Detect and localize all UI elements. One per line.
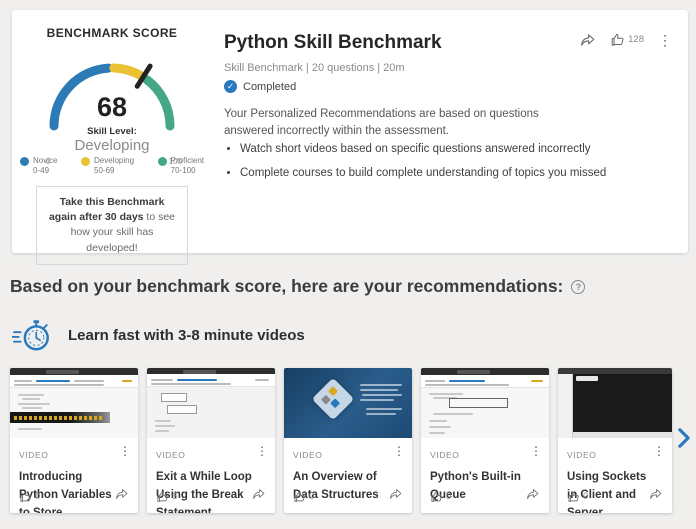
- benchmark-card: BENCHMARK SCORE 68 Skill Level: Developi…: [12, 10, 688, 265]
- video-share-button[interactable]: [389, 487, 403, 505]
- share-icon: [390, 489, 402, 499]
- gauge-score-value: 68: [96, 92, 128, 122]
- benchmark-meta: Skill Benchmark | 20 questions | 20m: [224, 62, 405, 74]
- bullet-item: Complete courses to build complete under…: [240, 167, 696, 179]
- chevron-right-icon: [678, 428, 690, 448]
- content-type-label: VIDEO: [430, 450, 460, 460]
- legend-proficient-name: Proficient: [170, 156, 204, 165]
- stopwatch-icon: [12, 320, 49, 351]
- fast-videos-heading: Learn fast with 3-8 minute videos: [68, 326, 305, 344]
- score-gauge: 68 Skill Level: Developing 0 100: [32, 44, 192, 166]
- legend-item-developing: Developing 50-69: [81, 156, 134, 177]
- video-more-options-button[interactable]: ⋮: [119, 444, 131, 458]
- recommendations-heading: Based on your benchmark score, here are …: [10, 276, 564, 296]
- content-type-label: VIDEO: [156, 450, 186, 460]
- data-structures-diagram-icon: [311, 377, 355, 421]
- gauge-legend: Novice 0-49 Developing 50-69 Proficient …: [20, 156, 204, 177]
- thumbs-up-icon: [611, 33, 624, 46]
- video-share-button[interactable]: [649, 487, 663, 505]
- completed-check-icon: ✓: [224, 80, 237, 93]
- proficient-dot: [157, 157, 167, 166]
- video-thumbnail: [421, 368, 549, 438]
- legend-novice-range: 0-49: [33, 166, 50, 176]
- thumbs-up-icon: [20, 491, 31, 502]
- video-more-options-button[interactable]: ⋮: [530, 444, 542, 458]
- content-type-label: VIDEO: [19, 450, 49, 460]
- benchmark-page: BENCHMARK SCORE 68 Skill Level: Developi…: [0, 0, 696, 529]
- like-count: 128: [628, 34, 644, 45]
- video-like-count: 6: [172, 490, 178, 502]
- recommendation-bullet-list: Watch short videos based on specific que…: [240, 143, 696, 191]
- share-icon: [253, 489, 265, 499]
- novice-dot: [20, 157, 29, 166]
- video-card[interactable]: VIDEO ⋮ Using Sockets in Client and Serv…: [558, 368, 672, 513]
- video-thumbnail: [558, 368, 672, 438]
- video-card[interactable]: VIDEO ⋮ Python's Built-in Queue 0: [421, 368, 549, 513]
- skill-level-label: Skill Level:: [87, 126, 137, 137]
- legend-item-novice: Novice 0-49: [20, 156, 57, 177]
- more-options-button[interactable]: ⋮: [658, 33, 672, 47]
- video-like-button[interactable]: 6: [156, 490, 177, 503]
- thumbs-up-icon: [157, 491, 168, 502]
- thumbs-up-icon: [568, 491, 579, 502]
- help-icon[interactable]: ?: [571, 279, 586, 294]
- benchmark-score-panel: BENCHMARK SCORE 68 Skill Level: Developi…: [12, 10, 212, 265]
- legend-proficient-range: 70-100: [170, 166, 196, 176]
- retake-tip-box: Take this Benchmark again after 30 days …: [36, 186, 188, 265]
- video-thumbnail: [284, 368, 412, 438]
- video-like-button[interactable]: 0: [19, 490, 40, 503]
- video-more-options-button[interactable]: ⋮: [653, 444, 665, 458]
- content-type-label: VIDEO: [567, 450, 597, 460]
- video-share-button[interactable]: [526, 487, 540, 505]
- video-like-button[interactable]: 0: [567, 490, 588, 503]
- share-button[interactable]: [580, 33, 596, 47]
- legend-novice-name: Novice: [33, 156, 58, 165]
- card-actions: 128 ⋮: [580, 32, 672, 47]
- video-share-button[interactable]: [252, 487, 266, 505]
- video-thumbnail: [10, 368, 138, 438]
- video-thumbnail: [147, 368, 275, 438]
- legend-developing-range: 50-69: [94, 166, 115, 176]
- thumbs-up-icon: [431, 491, 442, 502]
- like-button[interactable]: 128: [610, 32, 644, 47]
- video-like-count: 0: [446, 490, 452, 502]
- content-type-label: VIDEO: [293, 450, 323, 460]
- benchmark-score-heading: BENCHMARK SCORE: [46, 26, 178, 40]
- fast-videos-row: Learn fast with 3-8 minute videos: [12, 316, 305, 354]
- video-more-options-button[interactable]: ⋮: [256, 444, 268, 458]
- skill-level-value: Developing: [74, 137, 150, 154]
- video-like-count: 0: [583, 490, 589, 502]
- video-like-count: 0: [309, 490, 315, 502]
- share-icon: [116, 489, 128, 499]
- share-icon: [650, 489, 662, 499]
- thumbs-up-icon: [294, 491, 305, 502]
- video-card[interactable]: VIDEO ⋮ An Overview of Data Structures 0: [284, 368, 412, 513]
- legend-developing-name: Developing: [94, 156, 135, 165]
- carousel-next-button[interactable]: [676, 427, 691, 454]
- recommendations-description: Your Personalized Recommendations are ba…: [224, 108, 539, 138]
- developing-dot: [81, 157, 91, 166]
- share-icon: [527, 489, 539, 499]
- legend-item-proficient: Proficient 70-100: [157, 156, 204, 177]
- bullet-item: Watch short videos based on specific que…: [240, 143, 696, 155]
- status-badge: ✓ Completed: [224, 80, 296, 93]
- share-icon: [581, 33, 595, 46]
- status-text: Completed: [243, 80, 297, 93]
- page-title: Python Skill Benchmark: [224, 32, 442, 53]
- video-like-button[interactable]: 0: [430, 490, 451, 503]
- recommendations-header: Based on your benchmark score, here are …: [10, 276, 586, 297]
- video-like-count: 0: [35, 490, 41, 502]
- video-more-options-button[interactable]: ⋮: [393, 444, 405, 458]
- video-card[interactable]: VIDEO ⋮ Exit a While Loop Using the Brea…: [147, 368, 275, 513]
- video-like-button[interactable]: 0: [293, 490, 314, 503]
- video-card[interactable]: VIDEO ⋮ Introducing Python Variables to …: [10, 368, 138, 513]
- video-share-button[interactable]: [115, 487, 129, 505]
